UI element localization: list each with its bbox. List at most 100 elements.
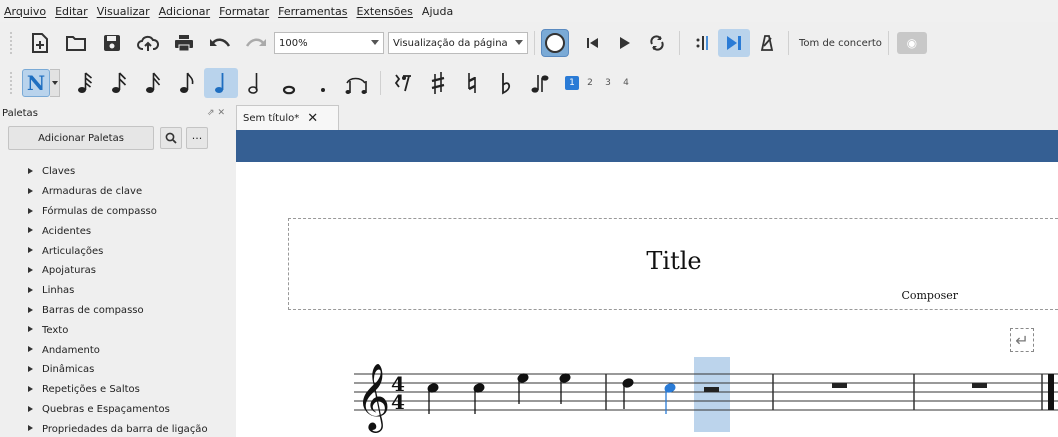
new-file-icon[interactable] xyxy=(22,28,58,58)
palette-item-texto[interactable]: Texto xyxy=(0,320,231,340)
zoom-select[interactable]: 100% xyxy=(274,32,384,54)
palette-item-articulacoes[interactable]: Articulações xyxy=(0,241,231,261)
staff: 𝄞 4 4 xyxy=(354,357,1058,433)
palette-item-propriedades[interactable]: Propriedades da barra de ligação xyxy=(0,419,231,437)
voice-3-button[interactable]: 3 xyxy=(601,76,615,90)
open-folder-icon[interactable] xyxy=(58,28,94,58)
file-toolbar: 100% Visualização da página Tom de conce… xyxy=(0,24,1058,62)
more-options-icon[interactable]: ··· xyxy=(186,127,208,149)
palette-item-formulas[interactable]: Fórmulas de compasso xyxy=(0,202,231,222)
menu-editar[interactable]: Editar xyxy=(55,5,88,18)
note-input-mode-button[interactable]: N xyxy=(22,69,50,97)
half-note-icon[interactable] xyxy=(238,68,272,98)
repeat-playback-icon[interactable] xyxy=(686,29,718,57)
note[interactable] xyxy=(427,383,439,414)
palette-item-claves[interactable]: Claves xyxy=(0,162,231,182)
palettes-title: Paletas xyxy=(2,107,38,119)
rest-icon[interactable] xyxy=(387,68,421,98)
menu-formatar[interactable]: Formatar xyxy=(219,5,269,18)
menu-adicionar[interactable]: Adicionar xyxy=(159,5,210,18)
half-rest[interactable] xyxy=(704,387,719,392)
search-icon[interactable] xyxy=(160,127,182,149)
palette-item-acidentes[interactable]: Acidentes xyxy=(0,221,231,241)
pan-score-icon[interactable] xyxy=(718,29,750,57)
undo-icon[interactable] xyxy=(202,28,238,58)
note[interactable] xyxy=(559,373,571,404)
sixtyfourth-note-icon[interactable] xyxy=(68,68,102,98)
palettes-panel: Paletas ⇗ ✕ Adicionar Paletas ··· Claves… xyxy=(0,104,231,437)
whole-note-icon[interactable] xyxy=(272,68,306,98)
menu-arquivo[interactable]: Arquivo xyxy=(4,5,46,18)
score-title[interactable]: Title xyxy=(289,247,1058,275)
toolbar-separator xyxy=(887,31,889,55)
score-tabbar: Sem título* ✕ xyxy=(236,104,1058,130)
quarter-note-icon[interactable] xyxy=(204,68,238,98)
palette-item-repeticoes[interactable]: Repetições e Saltos xyxy=(0,380,231,400)
sharp-icon[interactable] xyxy=(421,68,455,98)
cloud-upload-icon[interactable] xyxy=(130,28,166,58)
palette-actions: Adicionar Paletas ··· xyxy=(0,126,231,150)
redo-icon[interactable] xyxy=(238,28,274,58)
note[interactable] xyxy=(517,373,529,404)
treble-clef-icon[interactable]: 𝄞 xyxy=(356,362,390,433)
camera-icon[interactable]: ◉ xyxy=(896,32,927,54)
toolbar-grip[interactable] xyxy=(10,32,16,54)
close-icon[interactable]: ✕ xyxy=(307,111,318,126)
score-page[interactable]: Title Composer ↵ 𝄞 4 4 xyxy=(236,162,1058,437)
palette-item-linhas[interactable]: Linhas xyxy=(0,281,231,301)
menu-extensoes[interactable]: Extensões xyxy=(356,5,412,18)
loop-icon[interactable] xyxy=(641,29,673,57)
panel-float-close-icon[interactable]: ⇗ ✕ xyxy=(207,108,225,118)
title-frame[interactable]: Title Composer xyxy=(288,218,1058,310)
flip-direction-icon[interactable] xyxy=(523,68,557,98)
toolbar-separator xyxy=(679,31,680,55)
eighth-note-icon[interactable] xyxy=(170,68,204,98)
add-palettes-button[interactable]: Adicionar Paletas xyxy=(8,126,154,150)
note-input-toolbar: N 1 2 3 4 xyxy=(0,64,1058,102)
tie-icon[interactable] xyxy=(340,68,374,98)
note-input-mode-dropdown[interactable] xyxy=(50,69,60,97)
whole-rest[interactable] xyxy=(972,383,987,388)
zoom-value: 100% xyxy=(279,37,308,49)
flat-icon[interactable] xyxy=(489,68,523,98)
midi-input-button[interactable] xyxy=(541,29,569,57)
voice-2-button[interactable]: 2 xyxy=(583,76,597,90)
thirtysecond-note-icon[interactable] xyxy=(102,68,136,98)
note[interactable] xyxy=(622,378,634,409)
print-icon[interactable] xyxy=(166,28,202,58)
palette-item-andamento[interactable]: Andamento xyxy=(0,340,231,360)
sixteenth-note-icon[interactable] xyxy=(136,68,170,98)
menu-bar: Arquivo Editar Visualizar Adicionar Form… xyxy=(0,0,1058,22)
score-composer[interactable]: Composer xyxy=(901,289,958,302)
palette-item-quebras[interactable]: Quebras e Espaçamentos xyxy=(0,400,231,420)
voice-1-button[interactable]: 1 xyxy=(565,76,579,90)
whole-rest[interactable] xyxy=(832,383,847,388)
selected-note[interactable] xyxy=(664,383,676,414)
menu-ajuda[interactable]: Ajuda xyxy=(422,5,453,18)
augmentation-dot-icon[interactable] xyxy=(306,68,340,98)
final-barline-thick[interactable] xyxy=(1048,374,1054,410)
voice-4-button[interactable]: 4 xyxy=(619,76,633,90)
save-icon[interactable] xyxy=(94,28,130,58)
concert-pitch-toggle[interactable]: Tom de concerto xyxy=(799,38,882,49)
palette-list: Claves Armaduras de clave Fórmulas de co… xyxy=(0,162,231,437)
toolbar-grip[interactable] xyxy=(10,72,16,94)
palette-item-dinamicas[interactable]: Dinâmicas xyxy=(0,360,231,380)
palettes-header: Paletas ⇗ ✕ xyxy=(0,104,231,122)
natural-icon[interactable] xyxy=(455,68,489,98)
palette-item-barras[interactable]: Barras de compasso xyxy=(0,301,231,321)
menu-visualizar[interactable]: Visualizar xyxy=(97,5,150,18)
view-mode-select[interactable]: Visualização da página xyxy=(388,32,528,54)
toolbar-separator xyxy=(534,31,535,55)
play-icon[interactable] xyxy=(609,29,641,57)
tab-score[interactable]: Sem título* ✕ xyxy=(236,105,339,130)
tab-label: Sem título* xyxy=(243,112,300,124)
metronome-icon[interactable] xyxy=(750,29,782,57)
toolbar-separator xyxy=(788,31,789,55)
rewind-icon[interactable] xyxy=(577,29,609,57)
menu-ferramentas[interactable]: Ferramentas xyxy=(278,5,347,18)
note[interactable] xyxy=(473,383,485,414)
palette-item-armaduras[interactable]: Armaduras de clave xyxy=(0,182,231,202)
time-sig-bottom[interactable]: 4 xyxy=(391,390,405,414)
palette-item-apojaturas[interactable]: Apojaturas xyxy=(0,261,231,281)
